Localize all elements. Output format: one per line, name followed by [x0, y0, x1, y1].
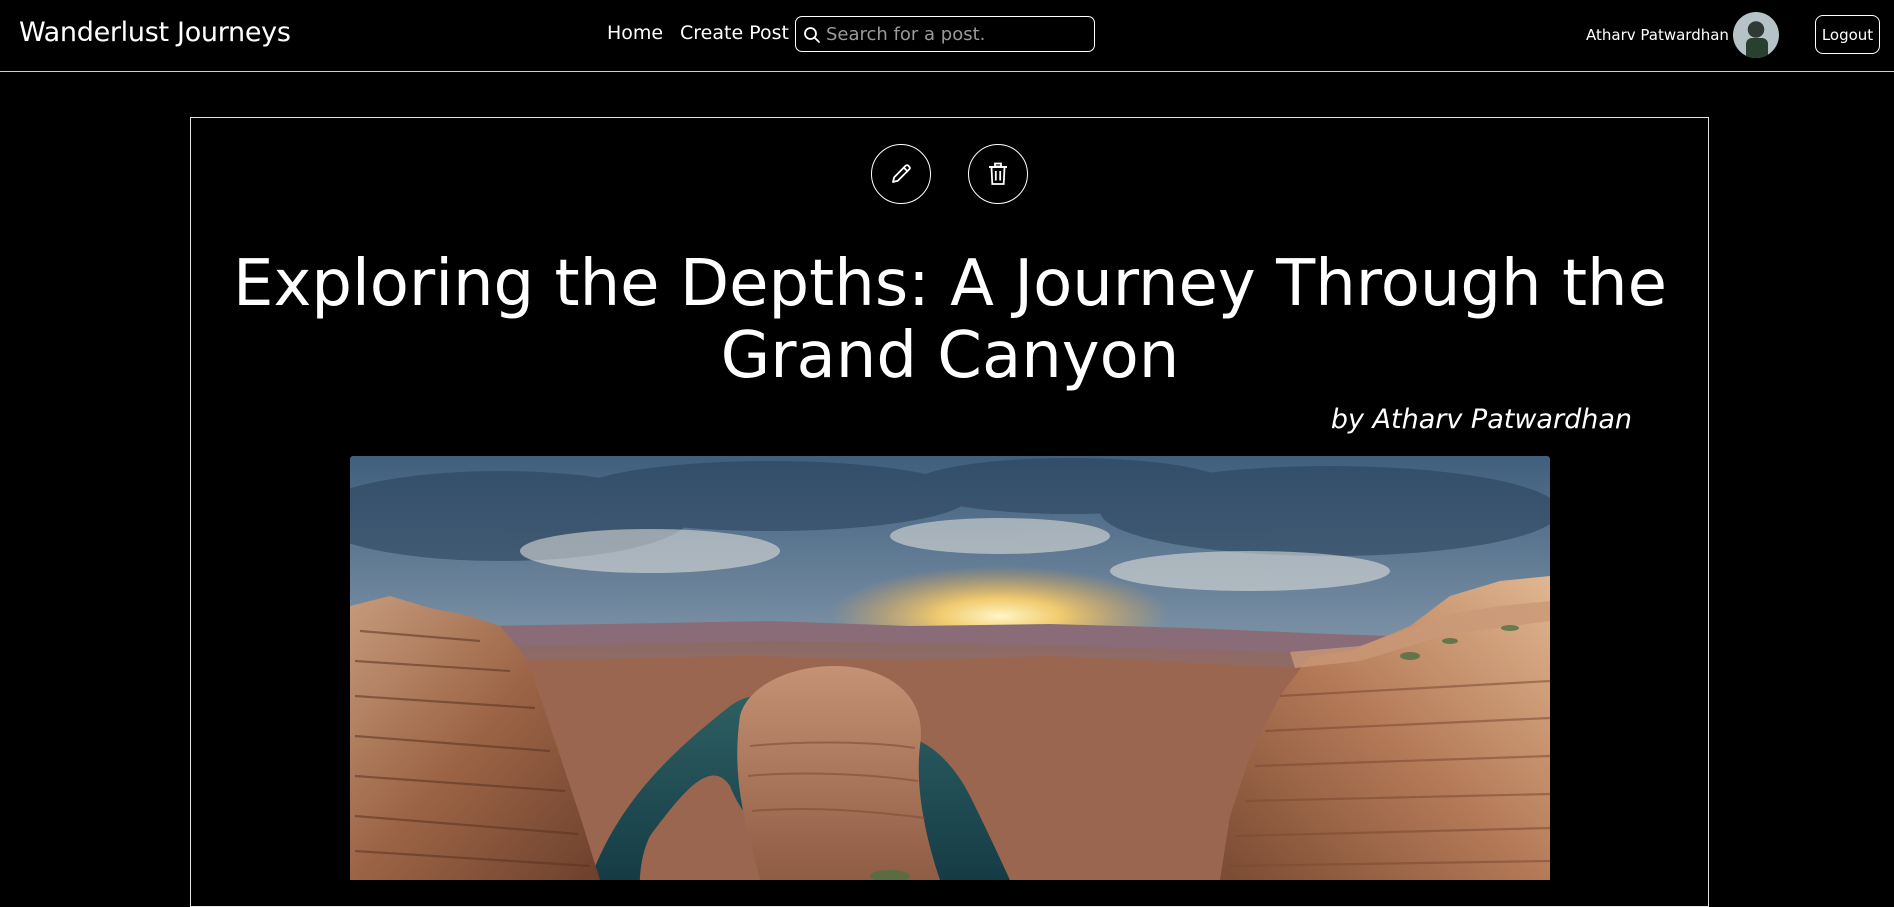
- nav-link-home[interactable]: Home: [607, 20, 663, 46]
- nav-link-create-post[interactable]: Create Post: [680, 20, 789, 46]
- avatar-figure: [1746, 38, 1768, 58]
- user-name: Atharv Patwardhan: [1586, 26, 1729, 44]
- post-title: Exploring the Depths: A Journey Through …: [233, 247, 1667, 393]
- trash-icon: [989, 162, 1007, 185]
- search-icon: [804, 27, 820, 43]
- search-input[interactable]: [826, 20, 1088, 48]
- logout-button[interactable]: Logout: [1815, 15, 1880, 54]
- avatar[interactable]: [1733, 12, 1779, 58]
- pencil-icon: [892, 164, 911, 183]
- post-hero-image: [350, 456, 1550, 880]
- search-box: [795, 16, 1095, 52]
- edit-post-button[interactable]: [871, 144, 931, 204]
- canyon-landscape-image: [350, 456, 1550, 880]
- navbar: Wanderlust Journeys Home Create Post Ath…: [0, 0, 1894, 72]
- post-author-byline: by Atharv Patwardhan: [1330, 404, 1632, 435]
- delete-post-button[interactable]: [968, 144, 1028, 204]
- brand-logo[interactable]: Wanderlust Journeys: [19, 14, 291, 52]
